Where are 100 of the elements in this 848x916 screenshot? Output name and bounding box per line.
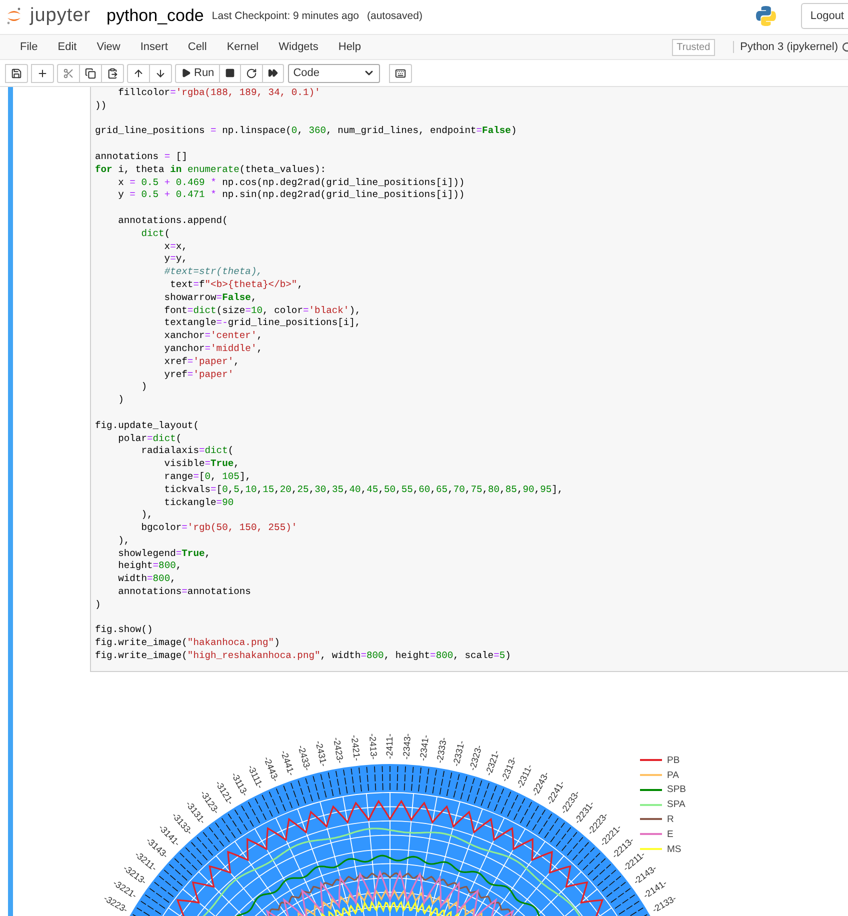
kernel-name: Python 3 (ipykernel) — [733, 41, 838, 53]
python-logo-icon — [755, 5, 778, 27]
code-line: xanchor='center', — [163, 330, 264, 343]
move-up-button[interactable] — [127, 64, 150, 82]
copy-button[interactable] — [79, 64, 102, 82]
code-line: range=[0, 105], — [163, 470, 252, 484]
arrow-up-icon — [133, 68, 144, 78]
fast-forward-icon — [268, 68, 278, 78]
run-all-button[interactable] — [262, 64, 284, 82]
save-button[interactable] — [5, 64, 28, 82]
legend-label[interactable]: SPB — [667, 784, 686, 796]
code-line: y=y, — [163, 253, 188, 266]
menu-item[interactable]: Kernel — [216, 41, 269, 53]
plus-icon — [37, 68, 48, 78]
angle-label: -2331- — [451, 740, 466, 768]
code-line: bgcolor='rgb(50, 150, 255)' — [140, 522, 298, 535]
angle-label: -2321- — [483, 748, 502, 777]
restart-icon — [246, 68, 258, 78]
kernel-status-icon — [842, 42, 848, 52]
copy-icon — [85, 68, 96, 78]
paste-icon — [107, 68, 118, 78]
code-line: height=800, — [117, 560, 183, 574]
legend-label[interactable]: PB — [667, 754, 680, 766]
menu-item[interactable]: File — [10, 41, 48, 53]
code-line: yref='paper' — [163, 368, 235, 382]
legend-label[interactable]: PA — [667, 770, 679, 781]
angle-label: -2333- — [434, 736, 449, 764]
code-line: fig.write_image("high_reshakanhoca.png", width=800, height=800, scale=5) — [95, 650, 512, 663]
save-icon — [11, 68, 22, 78]
code-line: fig.show() — [95, 624, 154, 638]
code-line: ), — [117, 534, 131, 548]
angle-label: -2343- — [401, 733, 413, 760]
angle-label: -2413- — [367, 733, 379, 760]
code-line: visible=True, — [163, 458, 240, 471]
legend-label[interactable]: MS — [667, 844, 682, 855]
code-line: yanchor='middle', — [163, 342, 264, 356]
code-line: ) — [117, 394, 125, 407]
notebook-name[interactable]: python_code — [106, 6, 204, 26]
code-line: y = 0.5 + 0.471 * np.sin(np.deg2rad(grid_line_positions[i])) — [117, 189, 466, 202]
angle-label: -2323- — [467, 744, 484, 772]
legend-label[interactable]: SPA — [667, 799, 686, 810]
code-line: polar=dict( — [117, 432, 183, 446]
paste-button[interactable] — [101, 64, 124, 82]
checkpoint-text: Last Checkpoint: 9 minutes ago — [212, 10, 359, 22]
code-line: dict( — [140, 228, 172, 241]
code-line: showlegend=True, — [117, 548, 212, 560]
angle-label: -2341- — [418, 734, 431, 762]
legend-label[interactable]: E — [667, 828, 674, 840]
menu-item[interactable]: Insert — [130, 41, 178, 53]
trusted-indicator[interactable]: Trusted — [672, 38, 716, 56]
run-button[interactable]: Run — [175, 64, 220, 82]
restart-button[interactable] — [240, 64, 264, 82]
menu-item[interactable]: Edit — [48, 41, 87, 53]
code-line: showarrow=False, — [163, 292, 258, 305]
code-line: radialaxis=dict( — [140, 445, 235, 458]
code-line: tickvals=[0,5,10,15,20,25,30,35,40,45,50,55,60,65,70,75,80,85,90,95], — [163, 484, 564, 496]
code-line: xref='paper', — [163, 356, 240, 369]
code-line: for i, theta in enumerate(theta_values): — [95, 164, 328, 177]
code-line: fig.update_layout( — [95, 420, 200, 433]
insert-cell-button[interactable] — [31, 64, 54, 82]
code-line: fig.write_image("hakanhoca.png") — [95, 637, 281, 650]
angle-label: -2431- — [314, 740, 329, 768]
arrow-down-icon — [155, 68, 166, 78]
keyboard-shortcuts-button[interactable] — [389, 64, 412, 82]
menu-item[interactable]: View — [86, 41, 130, 53]
angle-label: -2433- — [296, 744, 313, 772]
code-line: annotations = [] — [95, 150, 188, 164]
code-line: font=dict(size=10, color='black'), — [163, 304, 362, 318]
stop-icon — [225, 68, 236, 78]
code-line: )) — [95, 100, 108, 113]
code-cell[interactable] — [90, 87, 848, 672]
autosave-status: (autosaved) — [367, 10, 422, 22]
code-line: grid_line_positions = np.linspace(0, 360, num_grid_lines, endpoint=False) — [95, 125, 518, 138]
angle-label: -2423- — [331, 736, 346, 764]
cell-type-select[interactable]: Code — [288, 64, 380, 82]
code-line: textangle=-grid_line_positions[i], — [163, 317, 362, 330]
code-line: x=x, — [163, 240, 188, 254]
code-line: fillcolor='rgba(188, 189, 34, 0.1)' — [117, 87, 322, 100]
play-icon — [181, 68, 191, 78]
angle-label: -2411- — [384, 734, 394, 759]
menu-item[interactable]: Help — [328, 41, 371, 53]
jupyter-logo-text: jupyter — [30, 5, 91, 27]
angle-label: -2441- — [278, 748, 297, 777]
code-line: #text=str(theta), — [163, 266, 264, 279]
code-line: annotations.append( — [117, 214, 229, 228]
stop-button[interactable] — [219, 64, 242, 82]
code-line: x = 0.5 + 0.469 * np.cos(np.deg2rad(grid_line_positions[i])) — [117, 176, 466, 190]
code-line: text=f"<b>{theta}</b>", — [169, 278, 304, 292]
code-line: ) — [140, 381, 148, 394]
jupyter-logo-icon — [6, 7, 22, 25]
menu-item[interactable]: Cell — [178, 41, 217, 53]
menu-item[interactable]: Widgets — [268, 41, 328, 53]
legend-label[interactable]: R — [667, 814, 674, 825]
code-line: width=800, — [117, 573, 177, 586]
code-line: annotations=annotations — [117, 586, 252, 599]
code-line: ), — [140, 509, 154, 522]
code-line: tickangle=90 — [163, 496, 235, 510]
cut-icon — [63, 68, 74, 78]
move-down-button[interactable] — [149, 64, 172, 82]
logout-button[interactable]: Logout — [801, 3, 848, 29]
